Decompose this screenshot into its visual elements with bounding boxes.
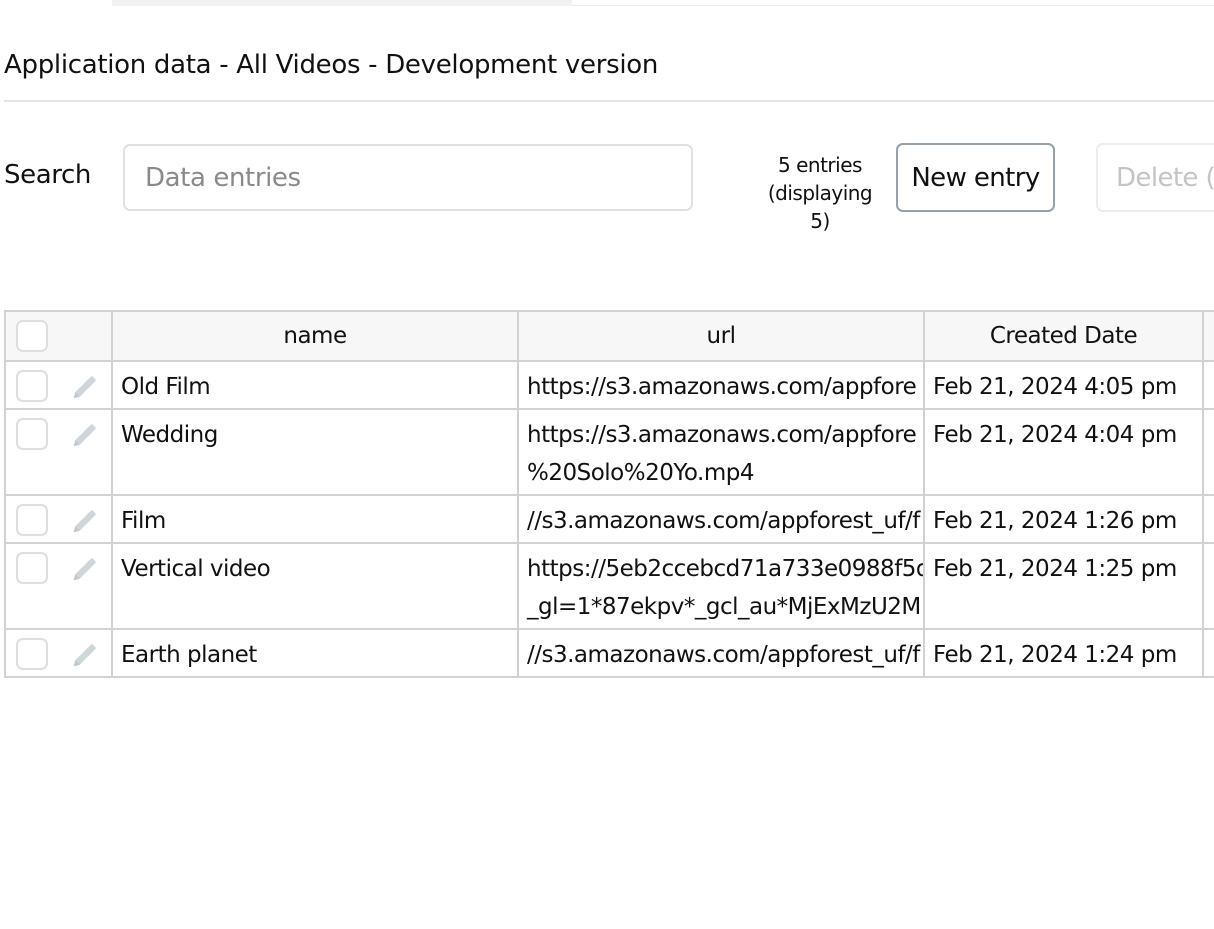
search-label: Search <box>4 160 91 190</box>
new-entry-button[interactable]: New entry <box>896 143 1055 212</box>
row-checkbox[interactable] <box>16 552 48 584</box>
cell-url-text: %20Solo%20Yo.mp4 <box>527 460 755 486</box>
cell-created-date-text: Feb 21, 2024 1:24 pm <box>933 642 1177 668</box>
row-select-cell <box>4 408 113 496</box>
table-row[interactable]: Old Film https://s3.amazonaws.com/appfore… <box>4 360 1214 410</box>
cell-extra <box>1202 408 1214 496</box>
title-divider <box>4 100 1214 102</box>
cell-name[interactable]: Vertical video <box>111 542 519 630</box>
pencil-icon[interactable] <box>70 506 100 536</box>
cell-extra <box>1202 628 1214 678</box>
cell-created-date[interactable]: Feb 21, 2024 1:26 pm <box>923 494 1204 544</box>
column-header-url[interactable]: url <box>517 310 925 362</box>
cell-name-text: Wedding <box>121 422 218 448</box>
entries-count-line: 5 entries <box>778 153 862 177</box>
table-row[interactable]: Earth planet //s3.amazonaws.com/appforest… <box>4 628 1214 678</box>
page-title: Application data - All Videos - Developm… <box>4 50 659 80</box>
row-select-cell <box>4 494 113 544</box>
entries-count-line: (displaying <box>767 181 873 205</box>
cell-name[interactable]: Earth planet <box>111 628 519 678</box>
cell-name[interactable]: Wedding <box>111 408 519 496</box>
cell-extra <box>1202 542 1214 630</box>
cell-url[interactable]: https://s3.amazonaws.com/appfore <box>517 360 925 410</box>
cell-extra <box>1202 494 1214 544</box>
cell-name-text: Film <box>121 508 166 534</box>
cell-created-date[interactable]: Feb 21, 2024 1:25 pm <box>923 542 1204 630</box>
select-all-header <box>4 310 113 362</box>
delete-button[interactable]: Delete ( <box>1096 143 1214 212</box>
cell-extra <box>1202 360 1214 410</box>
cell-created-date[interactable]: Feb 21, 2024 1:24 pm <box>923 628 1204 678</box>
cell-name-text: Vertical video <box>121 556 271 582</box>
cell-created-date[interactable]: Feb 21, 2024 4:05 pm <box>923 360 1204 410</box>
cell-url-text: //s3.amazonaws.com/appforest_uf/f <box>527 642 920 668</box>
cell-created-date-text: Feb 21, 2024 1:25 pm <box>933 556 1177 582</box>
cell-url-text: https://5eb2ccebcd71a733e0988f5d <box>527 556 923 582</box>
row-select-cell <box>4 542 113 630</box>
column-header-name[interactable]: name <box>111 310 519 362</box>
row-checkbox[interactable] <box>16 504 48 536</box>
cell-name[interactable]: Film <box>111 494 519 544</box>
cell-url[interactable]: https://s3.amazonaws.com/appfore %20Solo%… <box>517 408 925 496</box>
column-header-extra[interactable] <box>1202 310 1214 362</box>
row-select-cell <box>4 628 113 678</box>
table-row[interactable]: Wedding https://s3.amazonaws.com/appfore%… <box>4 408 1214 496</box>
row-checkbox[interactable] <box>16 418 48 450</box>
table-header-row: name url Created Date <box>4 310 1214 362</box>
row-select-cell <box>4 360 113 410</box>
cell-name-text: Earth planet <box>121 642 257 668</box>
search-input[interactable] <box>123 144 693 211</box>
top-divider <box>572 5 1214 6</box>
entries-count: 5 entries (displaying 5) <box>745 151 895 235</box>
cell-name-text: Old Film <box>121 374 211 400</box>
pencil-icon[interactable] <box>70 372 100 402</box>
cell-url-text: //s3.amazonaws.com/appforest_uf/f <box>527 508 920 534</box>
cell-created-date-text: Feb 21, 2024 4:04 pm <box>933 422 1177 448</box>
table-row[interactable]: Film //s3.amazonaws.com/appforest_uf/f Feb… <box>4 494 1214 544</box>
cell-url-text: https://s3.amazonaws.com/appfore <box>527 422 917 448</box>
row-checkbox[interactable] <box>16 370 48 402</box>
cell-name[interactable]: Old Film <box>111 360 519 410</box>
cell-url-text: _gl=1*87ekpv*_gcl_au*MjExMzU2M <box>527 594 921 620</box>
table-row[interactable]: Vertical video https://5eb2ccebcd71a733e0… <box>4 542 1214 630</box>
cell-url-text: https://s3.amazonaws.com/appfore <box>527 374 917 400</box>
cell-created-date-text: Feb 21, 2024 4:05 pm <box>933 374 1177 400</box>
pencil-icon[interactable] <box>70 640 100 670</box>
pencil-icon[interactable] <box>70 554 100 584</box>
cell-created-date[interactable]: Feb 21, 2024 4:04 pm <box>923 408 1204 496</box>
select-all-checkbox[interactable] <box>16 320 48 352</box>
row-checkbox[interactable] <box>16 638 48 670</box>
pencil-icon[interactable] <box>70 420 100 450</box>
column-header-created-date[interactable]: Created Date <box>923 310 1204 362</box>
cell-url[interactable]: //s3.amazonaws.com/appforest_uf/f <box>517 494 925 544</box>
top-tab-strip <box>112 0 572 6</box>
data-table: name url Created Date Old Film https://s3… <box>4 310 1214 678</box>
cell-created-date-text: Feb 21, 2024 1:26 pm <box>933 508 1177 534</box>
cell-url[interactable]: https://5eb2ccebcd71a733e0988f5d _gl=1*87… <box>517 542 925 630</box>
entries-count-line: 5) <box>810 209 830 233</box>
cell-url[interactable]: //s3.amazonaws.com/appforest_uf/f <box>517 628 925 678</box>
